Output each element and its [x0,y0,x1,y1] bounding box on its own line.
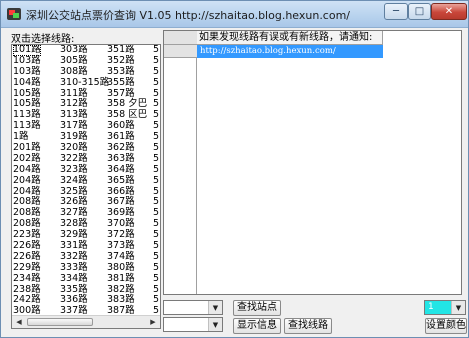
route-item[interactable]: 365路 [107,175,147,187]
route-item[interactable]: 355路 [107,77,147,89]
chevron-down-icon[interactable]: ▼ [451,301,465,314]
scroll-right-icon[interactable]: ▶ [147,317,159,327]
chevron-down-icon[interactable]: ▼ [208,318,222,331]
color-select[interactable]: 1 ▼ [424,300,466,315]
route-column-1: 101路 103路 103路 104路 105路 105路 113路 113路 1路 201路 20… [13,45,41,328]
display-select[interactable]: ▼ [163,317,223,332]
info-grid[interactable]: 如果发现线路有误或有新线路，请通知: http://szhaitao.blog.… [163,30,462,295]
show-info-button[interactable]: 显示信息 [233,318,281,334]
maximize-icon: □ [414,6,425,17]
minimize-icon: ─ [392,6,400,17]
grid-url-cell[interactable]: http://szhaitao.blog.hexun.com/ [197,45,383,58]
grid-fixed-column [164,31,197,294]
route-column-3: 351路 352路 353路 355路 357路 358 夕巴 358 区巴 360路 361路… [107,45,147,328]
station-select[interactable]: ▼ [163,300,223,315]
route-item[interactable]: 310-315路 [60,77,109,89]
minimize-button[interactable]: ─ [384,3,408,20]
maximize-button[interactable]: □ [408,3,431,20]
route-item[interactable]: 234路 [13,273,41,285]
find-route-button[interactable]: 查找线路 [284,318,332,334]
route-item[interactable]: 339路 [60,327,88,328]
chevron-down-icon[interactable]: ▼ [208,301,222,314]
window-title: 深圳公交站点票价查询 V1.05 http://szhaitao.blog.he… [26,9,351,22]
title-bar[interactable]: 深圳公交站点票价查询 V1.05 http://szhaitao.blog.he… [1,1,468,28]
color-select-value: 1 [428,302,434,312]
client-area: 双击选择线路: 101路 103路 103路 104路 105路 105路 113路 113路… [5,29,467,335]
route-item[interactable]: 5 [153,273,159,285]
route-list-label: 双击选择线路: [11,34,75,45]
app-icon [7,8,21,20]
route-item[interactable]: 5 [153,175,159,187]
route-item[interactable]: 5 [153,327,159,328]
route-item[interactable]: 334路 [60,273,109,285]
route-item[interactable]: 324路 [60,175,109,187]
route-item[interactable]: 391路 [107,327,135,328]
route-list-hscrollbar[interactable]: ◀ ▶ [12,315,160,328]
find-station-button[interactable]: 查找站点 [233,300,281,316]
grid-header-cell: 如果发现线路有误或有新线路，请通知: [197,31,383,45]
route-item[interactable]: 204路 [13,175,41,187]
route-item[interactable]: 5 [153,77,159,89]
route-item[interactable]: 302路 [13,327,41,328]
close-button[interactable]: ✕ [431,3,467,20]
set-color-button[interactable]: 设置颜色 [425,318,467,334]
route-column-4: 5555555555555555555555555555 [153,45,159,328]
route-column-2: 303路 305路 308路 310-315路 311路 312路 313路 317路 319路… [60,45,109,328]
grid-row-header[interactable] [164,45,197,58]
grid-corner-cell [164,31,197,45]
close-icon: ✕ [444,6,454,17]
route-item[interactable]: 104路 [13,77,41,89]
route-list[interactable]: 101路 103路 103路 104路 105路 105路 113路 113路 1路 201路 20… [11,44,161,329]
route-item[interactable]: 381路 [107,273,147,285]
scroll-thumb[interactable] [27,318,93,326]
app-window: 深圳公交站点票价查询 V1.05 http://szhaitao.blog.he… [0,0,469,338]
bottom-controls: ▼ 查找站点 ▼ 显示信息 查找线路 1 ▼ 设置颜色 [163,300,467,335]
scroll-left-icon[interactable]: ◀ [13,317,25,327]
